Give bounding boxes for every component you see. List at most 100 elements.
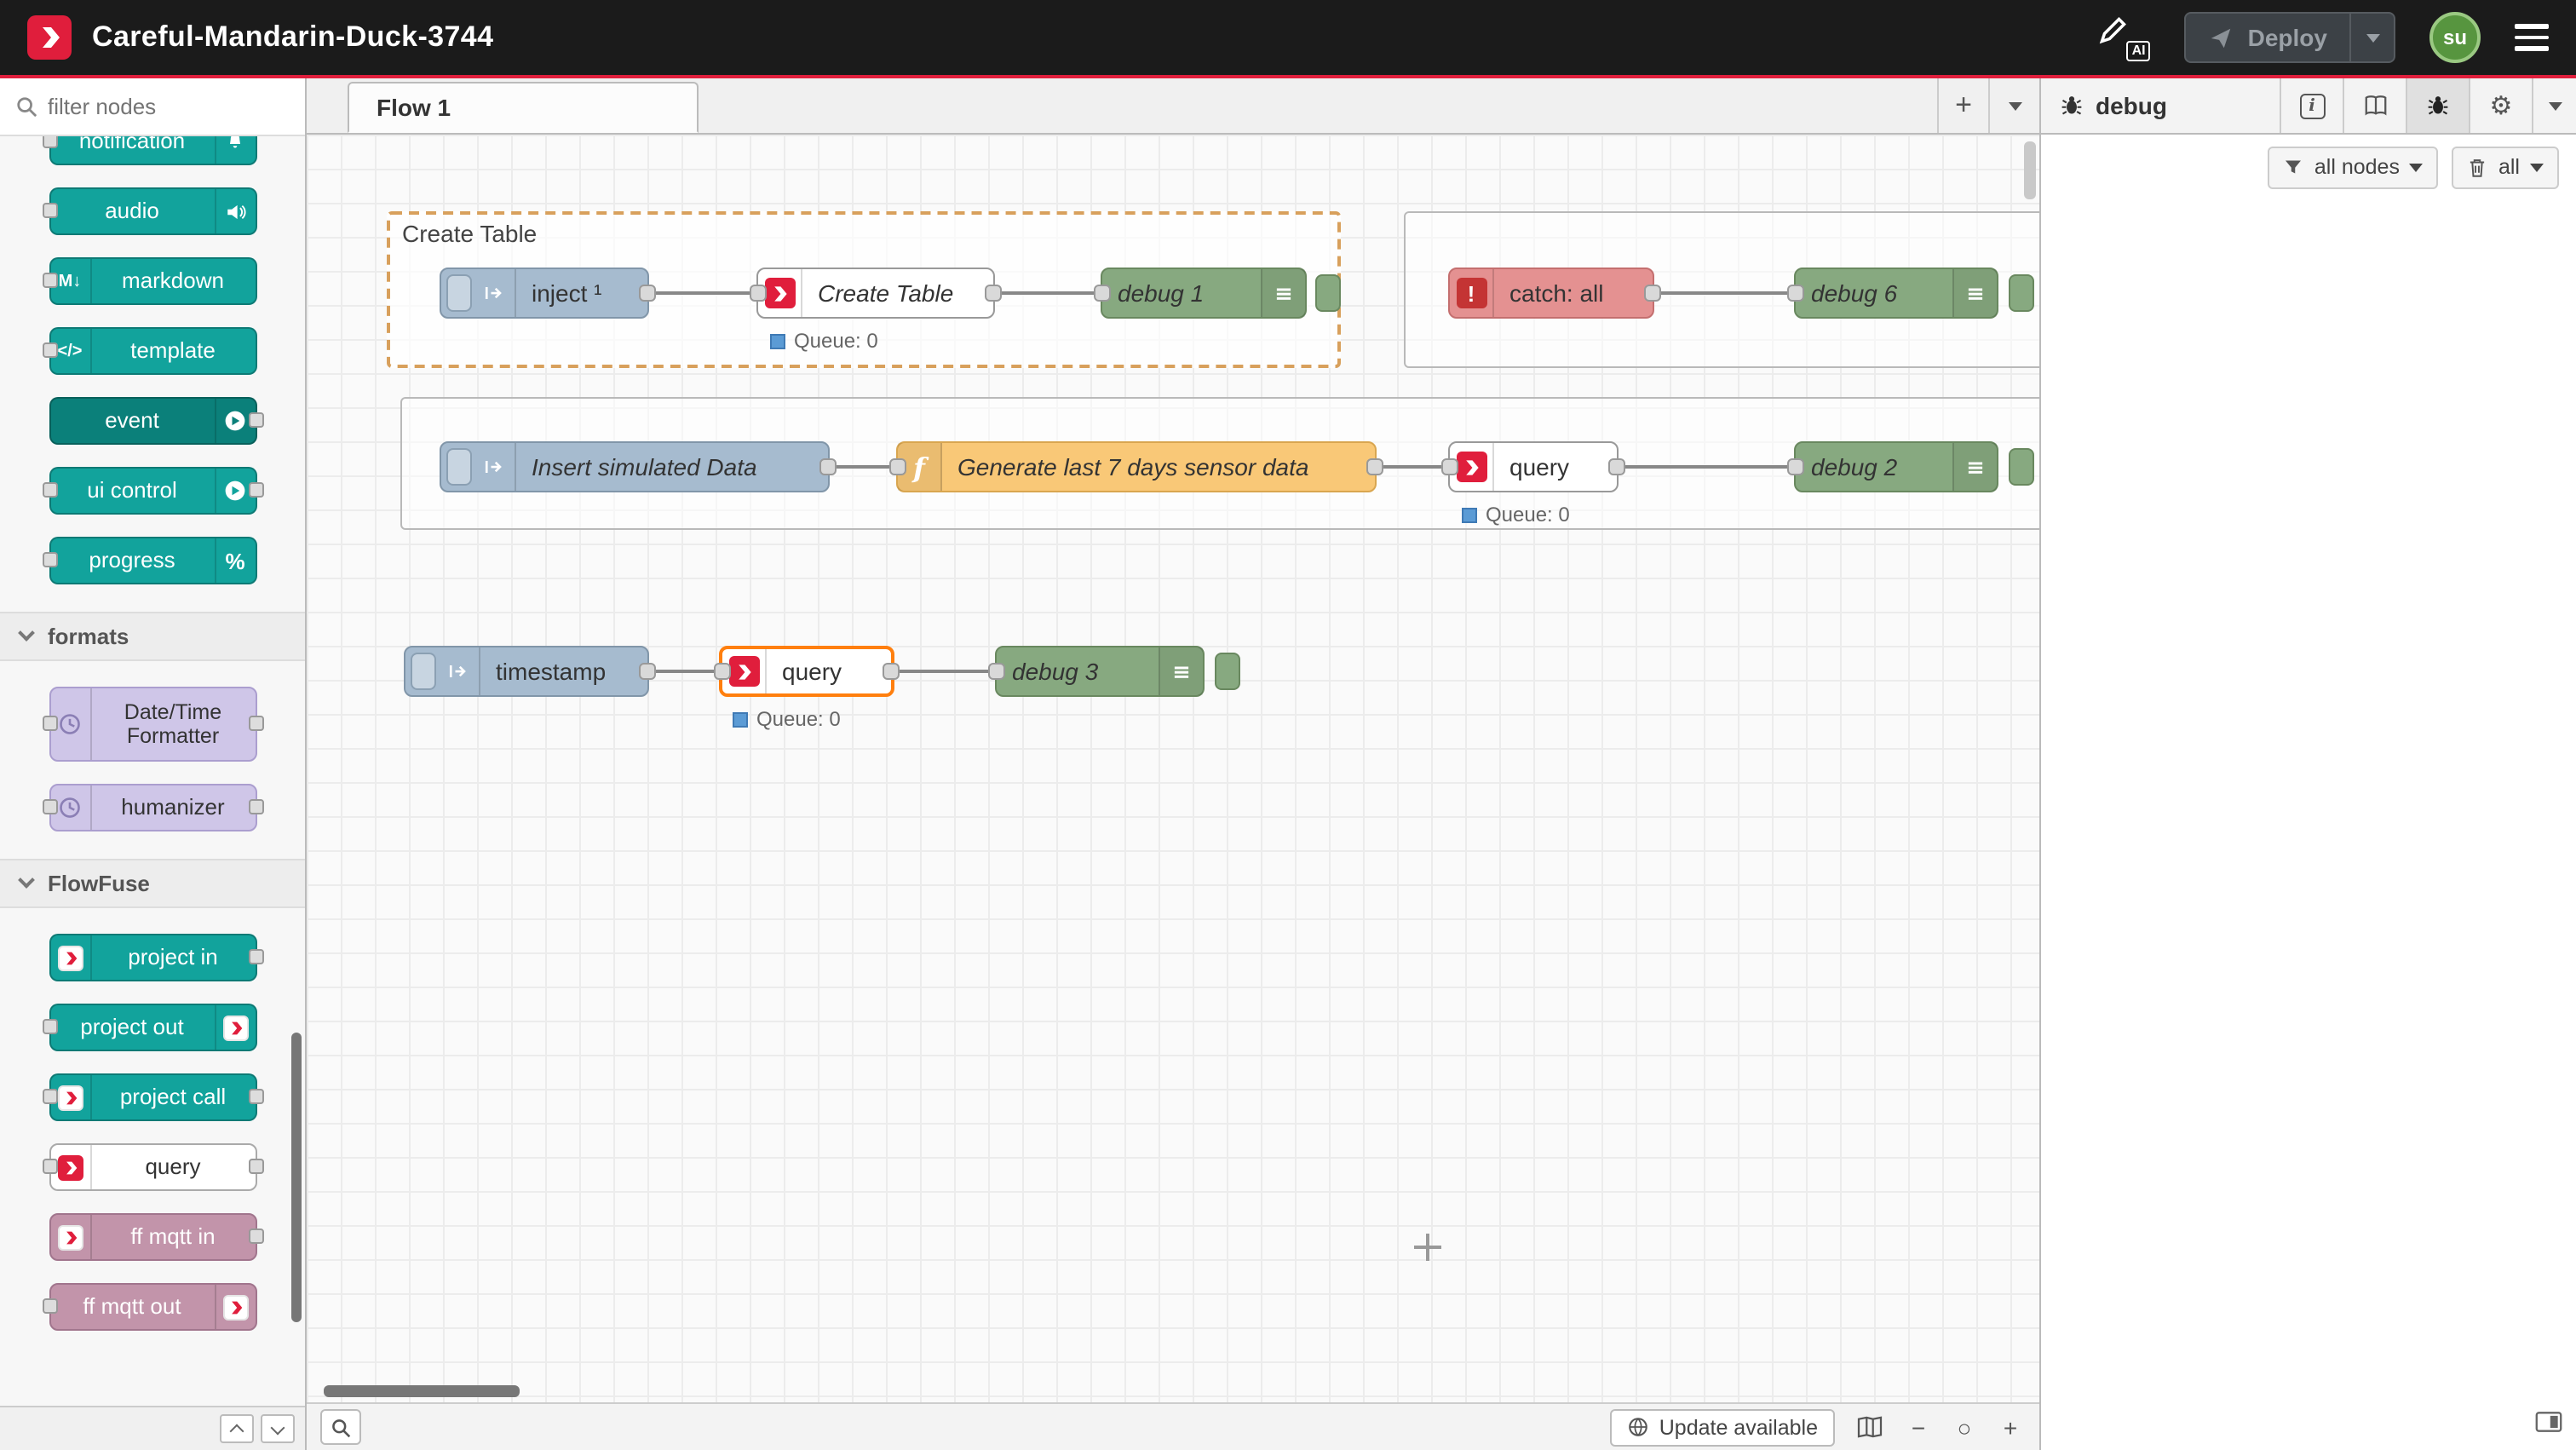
palette-section-flowfuse[interactable]: FlowFuse <box>0 859 305 908</box>
debug-toggle-button[interactable] <box>2009 274 2034 312</box>
input-port[interactable] <box>889 458 906 475</box>
inject-arrow-icon <box>436 647 480 695</box>
output-port[interactable] <box>883 663 900 680</box>
input-port <box>42 482 57 498</box>
node-debug-6[interactable]: debug 6 <box>1794 268 1998 319</box>
expand-all-button[interactable] <box>261 1414 295 1443</box>
input-port[interactable] <box>988 663 1005 680</box>
palette-node-project-call[interactable]: project call <box>49 1073 256 1121</box>
node-create-table[interactable]: Create Table <box>756 268 995 319</box>
status-blue-icon <box>733 711 748 727</box>
node-label: debug 1 <box>1102 269 1261 317</box>
node-inject-1[interactable]: inject ¹ <box>440 268 649 319</box>
palette-node-notification[interactable]: notification <box>49 136 256 165</box>
output-port[interactable] <box>639 285 656 302</box>
tab-help[interactable] <box>2343 78 2406 133</box>
deploy-options-caret[interactable] <box>2349 14 2394 61</box>
node-catch-all[interactable]: ! catch: all <box>1448 268 1654 319</box>
node-label: Generate last 7 days sensor data <box>942 443 1375 491</box>
output-port <box>248 482 263 498</box>
debug-toggle-button[interactable] <box>1215 653 1240 690</box>
output-port[interactable] <box>985 285 1002 302</box>
zoom-out-button[interactable]: − <box>1903 1410 1934 1444</box>
tab-config[interactable]: ⚙ <box>2469 78 2532 133</box>
input-port[interactable] <box>1441 458 1458 475</box>
input-port[interactable] <box>1094 285 1111 302</box>
canvas-vertical-scrollbar-thumb[interactable] <box>2024 141 2036 199</box>
application-window: Careful-Mandarin-Duck-3744 AI Deploy su <box>0 0 2576 1450</box>
zoom-reset-button[interactable]: ○ <box>1949 1410 1980 1444</box>
node-generate-sensor-data[interactable]: f Generate last 7 days sensor data <box>896 441 1377 492</box>
flow-list-caret[interactable] <box>1988 78 2039 133</box>
palette-node-datetime-formatter[interactable]: Date/Time Formatter <box>49 687 256 762</box>
input-port <box>42 1298 57 1314</box>
palette-node-ui-control[interactable]: ui control <box>49 467 256 515</box>
tab-info[interactable]: i <box>2280 78 2343 133</box>
palette-section-formats[interactable]: formats <box>0 612 305 661</box>
tab-debug[interactable] <box>2406 78 2469 133</box>
deploy-label: Deploy <box>2248 24 2327 51</box>
canvas-horizontal-scrollbar-thumb[interactable] <box>324 1385 520 1397</box>
node-label: Insert simulated Data <box>516 443 828 491</box>
output-port[interactable] <box>819 458 837 475</box>
input-port[interactable] <box>1787 458 1804 475</box>
output-port[interactable] <box>1366 458 1383 475</box>
palette-node-markdown[interactable]: M↓ markdown <box>49 257 256 305</box>
palette-node-project-in[interactable]: project in <box>49 934 256 981</box>
tab-flow-1[interactable]: Flow 1 <box>348 82 699 133</box>
palette-node-template[interactable]: </> template <box>49 327 256 375</box>
inject-button[interactable] <box>411 653 436 690</box>
palette-scrollbar-thumb[interactable] <box>291 1033 302 1322</box>
output-port[interactable] <box>1608 458 1625 475</box>
palette-node-ff-mqtt-in[interactable]: ff mqtt in <box>49 1213 256 1261</box>
input-port <box>42 799 57 814</box>
main-menu-icon[interactable] <box>2515 25 2549 51</box>
input-port <box>42 342 57 358</box>
flow-canvas[interactable]: Create Table <box>307 135 2039 1402</box>
zoom-search-button[interactable] <box>320 1409 361 1445</box>
open-console-icon[interactable] <box>2535 1411 2562 1441</box>
palette-node-query[interactable]: query <box>49 1143 256 1191</box>
output-port[interactable] <box>1644 285 1661 302</box>
inject-button[interactable] <box>446 274 472 312</box>
node-query-selected[interactable]: query <box>719 646 894 697</box>
sidebar-options-caret[interactable] <box>2532 78 2576 133</box>
palette-node-project-out[interactable]: project out <box>49 1004 256 1051</box>
node-insert-simulated-data[interactable]: Insert simulated Data <box>440 441 830 492</box>
node-debug-3[interactable]: debug 3 <box>995 646 1205 697</box>
palette-node-humanizer[interactable]: humanizer <box>49 784 256 831</box>
filter-nodes-input[interactable] <box>48 94 262 119</box>
debug-message-list[interactable] <box>2041 199 2576 1450</box>
palette-scroll-area[interactable]: notification audio M↓ markdown <box>0 136 305 1406</box>
debug-toggle-button[interactable] <box>2009 448 2034 486</box>
node-debug-2[interactable]: debug 2 <box>1794 441 1998 492</box>
clear-messages-button[interactable]: all <box>2452 146 2559 188</box>
palette-node-audio[interactable]: audio <box>49 187 256 235</box>
status-blue-icon <box>1462 507 1477 522</box>
input-port[interactable] <box>714 663 731 680</box>
node-query-2[interactable]: query <box>1448 441 1619 492</box>
deploy-icon <box>2209 25 2234 50</box>
output-port[interactable] <box>639 663 656 680</box>
palette-node-ff-mqtt-out[interactable]: ff mqtt out <box>49 1283 256 1331</box>
filter-nodes-button[interactable]: all nodes <box>2268 146 2439 188</box>
user-avatar[interactable]: su <box>2429 12 2481 63</box>
debug-toggle-button[interactable] <box>1315 274 1341 312</box>
add-flow-button[interactable]: + <box>1937 78 1988 133</box>
palette-node-event[interactable]: event <box>49 397 256 445</box>
node-debug-1[interactable]: debug 1 <box>1101 268 1307 319</box>
node-timestamp[interactable]: timestamp <box>404 646 649 697</box>
collapse-all-button[interactable] <box>220 1414 254 1443</box>
trash-icon <box>2468 156 2488 178</box>
navigator-map-icon[interactable] <box>1850 1408 1888 1446</box>
flowfuse-logo-icon[interactable] <box>27 15 72 60</box>
ai-assistant-icon[interactable]: AI <box>2096 14 2151 61</box>
zoom-in-button[interactable]: + <box>1995 1410 2026 1444</box>
inject-button[interactable] <box>446 448 472 486</box>
palette-node-progress[interactable]: progress % <box>49 537 256 584</box>
input-port[interactable] <box>1787 285 1804 302</box>
deploy-button[interactable]: Deploy <box>2185 12 2395 63</box>
input-port[interactable] <box>750 285 767 302</box>
update-available-button[interactable]: Update available <box>1610 1408 1835 1446</box>
input-port <box>42 1159 57 1174</box>
